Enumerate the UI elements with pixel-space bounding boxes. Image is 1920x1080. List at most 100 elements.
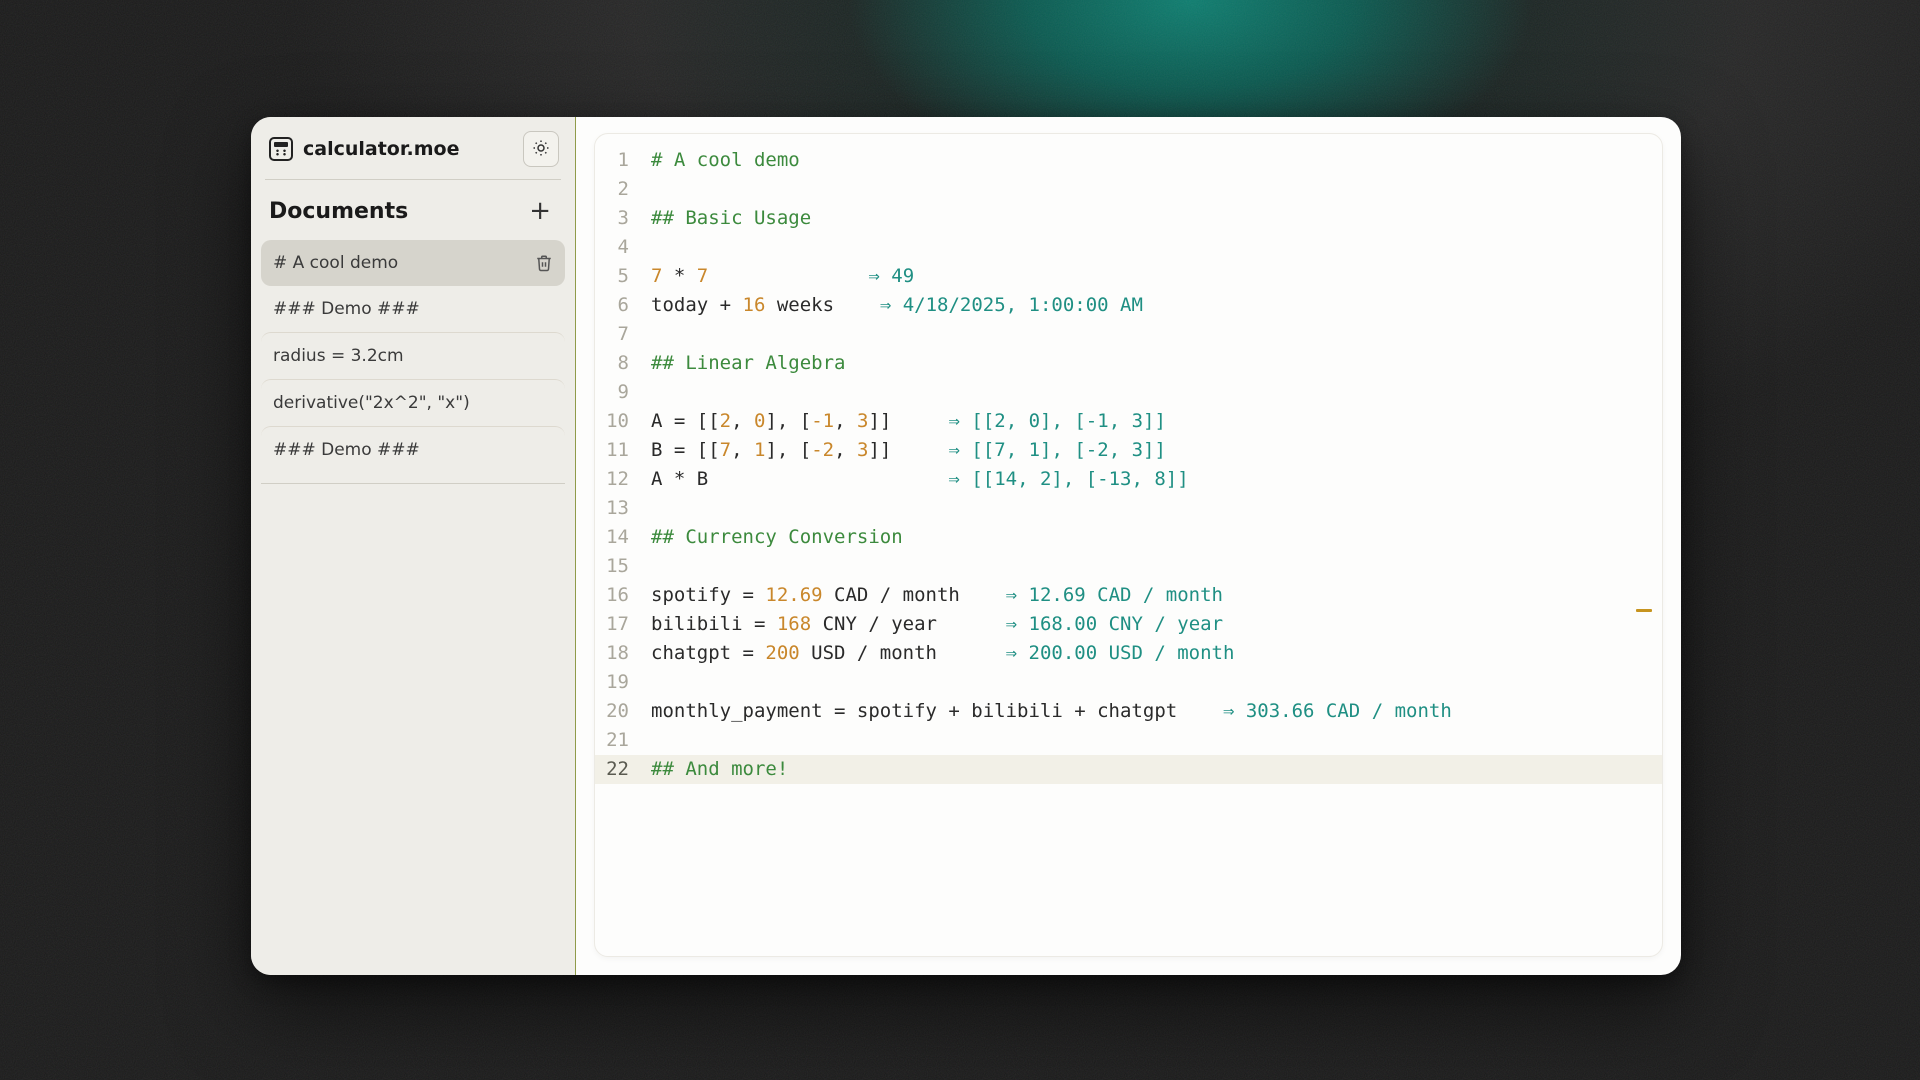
- line-content: A = [[2, 0], [-1, 3]] ⇒ [[2, 0], [-1, 3]…: [651, 407, 1166, 436]
- documents-header: Documents +: [251, 180, 575, 236]
- line-result: [[14, 2], [-13, 8]]: [971, 468, 1188, 490]
- result-arrow-icon: ⇒: [1006, 642, 1029, 664]
- code-line[interactable]: 9: [595, 378, 1662, 407]
- code-line[interactable]: 1# A cool demo: [595, 146, 1662, 175]
- line-number: 18: [595, 639, 651, 668]
- trash-icon[interactable]: [535, 254, 553, 272]
- result-arrow-icon: ⇒: [1223, 700, 1246, 722]
- sidebar-item-document[interactable]: ### Demo ###: [261, 426, 565, 473]
- line-number: 7: [595, 320, 651, 349]
- code-line[interactable]: 6today + 16 weeks ⇒ 4/18/2025, 1:00:00 A…: [595, 291, 1662, 320]
- line-number: 19: [595, 668, 651, 697]
- document-item-label: derivative("2x^2", "x"): [273, 393, 470, 413]
- line-number: 21: [595, 726, 651, 755]
- line-number: 4: [595, 233, 651, 262]
- sun-icon: [532, 139, 550, 160]
- result-arrow-icon: ⇒: [868, 265, 891, 287]
- line-result: 49: [891, 265, 914, 287]
- code-line[interactable]: 13: [595, 494, 1662, 523]
- line-result: 168.00 CNY / year: [1029, 613, 1223, 635]
- sidebar-item-document[interactable]: ### Demo ###: [261, 286, 565, 332]
- line-content: chatgpt = 200 USD / month ⇒ 200.00 USD /…: [651, 639, 1234, 668]
- line-content: today + 16 weeks ⇒ 4/18/2025, 1:00:00 AM: [651, 291, 1143, 320]
- line-number: 14: [595, 523, 651, 552]
- result-arrow-icon: ⇒: [1006, 613, 1029, 635]
- line-result: 200.00 USD / month: [1029, 642, 1235, 664]
- line-number: 9: [595, 378, 651, 407]
- editor-pane: 1# A cool demo23## Basic Usage457 * 7 ⇒ …: [576, 117, 1681, 975]
- code-line[interactable]: 21: [595, 726, 1662, 755]
- line-content: 7 * 7 ⇒ 49: [651, 262, 914, 291]
- code-line[interactable]: 12A * B ⇒ [[14, 2], [-13, 8]]: [595, 465, 1662, 494]
- app-brand[interactable]: calculator.moe: [269, 137, 459, 161]
- code-line[interactable]: 2: [595, 175, 1662, 204]
- code-line[interactable]: 3## Basic Usage: [595, 204, 1662, 233]
- sidebar-item-document[interactable]: radius = 3.2cm: [261, 332, 565, 379]
- result-arrow-icon: ⇒: [949, 410, 972, 432]
- line-content: ## Basic Usage: [651, 204, 811, 233]
- code-line[interactable]: 16spotify = 12.69 CAD / month ⇒ 12.69 CA…: [595, 581, 1662, 610]
- result-arrow-icon: ⇒: [948, 468, 971, 490]
- line-content: spotify = 12.69 CAD / month ⇒ 12.69 CAD …: [651, 581, 1223, 610]
- sidebar-item-document[interactable]: # A cool demo: [261, 240, 565, 286]
- sidebar-item-document[interactable]: derivative("2x^2", "x"): [261, 379, 565, 426]
- document-list: # A cool demo ### Demo ### radius = 3.2cm d…: [251, 236, 575, 477]
- add-document-button[interactable]: +: [523, 196, 557, 226]
- line-content: B = [[7, 1], [-2, 3]] ⇒ [[7, 1], [-2, 3]…: [651, 436, 1166, 465]
- line-number: 20: [595, 697, 651, 726]
- line-content: ## And more!: [651, 755, 788, 784]
- code-line[interactable]: 19: [595, 668, 1662, 697]
- line-result: [[2, 0], [-1, 3]]: [971, 410, 1165, 432]
- code-editor[interactable]: 1# A cool demo23## Basic Usage457 * 7 ⇒ …: [594, 133, 1663, 957]
- line-number: 15: [595, 552, 651, 581]
- document-item-label: radius = 3.2cm: [273, 346, 404, 366]
- line-content: bilibili = 168 CNY / year ⇒ 168.00 CNY /…: [651, 610, 1223, 639]
- code-line[interactable]: 17bilibili = 168 CNY / year ⇒ 168.00 CNY…: [595, 610, 1662, 639]
- line-content: ## Currency Conversion: [651, 523, 903, 552]
- app-title: calculator.moe: [303, 138, 459, 160]
- line-number: 22: [595, 755, 651, 784]
- document-item-label: ### Demo ###: [273, 299, 420, 319]
- fold-indicator-icon[interactable]: [1636, 609, 1652, 612]
- code-line[interactable]: 14## Currency Conversion: [595, 523, 1662, 552]
- code-line[interactable]: 57 * 7 ⇒ 49: [595, 262, 1662, 291]
- line-content: # A cool demo: [651, 146, 800, 175]
- code-line[interactable]: 18chatgpt = 200 USD / month ⇒ 200.00 USD…: [595, 639, 1662, 668]
- code-line[interactable]: 15: [595, 552, 1662, 581]
- sidebar-header: calculator.moe: [251, 117, 575, 179]
- line-content: monthly_payment = spotify + bilibili + c…: [651, 697, 1452, 726]
- line-number: 6: [595, 291, 651, 320]
- code-line[interactable]: 11B = [[7, 1], [-2, 3]] ⇒ [[7, 1], [-2, …: [595, 436, 1662, 465]
- result-arrow-icon: ⇒: [1006, 584, 1029, 606]
- result-arrow-icon: ⇒: [949, 439, 972, 461]
- line-content: A * B ⇒ [[14, 2], [-13, 8]]: [651, 465, 1189, 494]
- line-number: 1: [595, 146, 651, 175]
- line-number: 10: [595, 407, 651, 436]
- line-result: 12.69 CAD / month: [1029, 584, 1223, 606]
- line-result: 4/18/2025, 1:00:00 AM: [903, 294, 1143, 316]
- code-line[interactable]: 20monthly_payment = spotify + bilibili +…: [595, 697, 1662, 726]
- divider: [261, 483, 565, 484]
- code-line[interactable]: 8## Linear Algebra: [595, 349, 1662, 378]
- line-number: 3: [595, 204, 651, 233]
- line-number: 13: [595, 494, 651, 523]
- code-line[interactable]: 10A = [[2, 0], [-1, 3]] ⇒ [[2, 0], [-1, …: [595, 407, 1662, 436]
- result-arrow-icon: ⇒: [880, 294, 903, 316]
- code-line[interactable]: 7: [595, 320, 1662, 349]
- line-number: 16: [595, 581, 651, 610]
- line-number: 2: [595, 175, 651, 204]
- line-number: 17: [595, 610, 651, 639]
- document-item-label: ### Demo ###: [273, 440, 420, 460]
- line-number: 12: [595, 465, 651, 494]
- line-result: 303.66 CAD / month: [1246, 700, 1452, 722]
- code-line[interactable]: 22## And more!: [595, 755, 1662, 784]
- line-number: 11: [595, 436, 651, 465]
- sidebar: calculator.moe Documents + # A cool demo…: [251, 117, 576, 975]
- code-line[interactable]: 4: [595, 233, 1662, 262]
- app-window: calculator.moe Documents + # A cool demo…: [251, 117, 1681, 975]
- theme-toggle-button[interactable]: [523, 131, 559, 167]
- document-item-label: # A cool demo: [273, 253, 398, 273]
- line-number: 5: [595, 262, 651, 291]
- code-block[interactable]: 1# A cool demo23## Basic Usage457 * 7 ⇒ …: [595, 134, 1662, 796]
- calculator-icon: [269, 137, 293, 161]
